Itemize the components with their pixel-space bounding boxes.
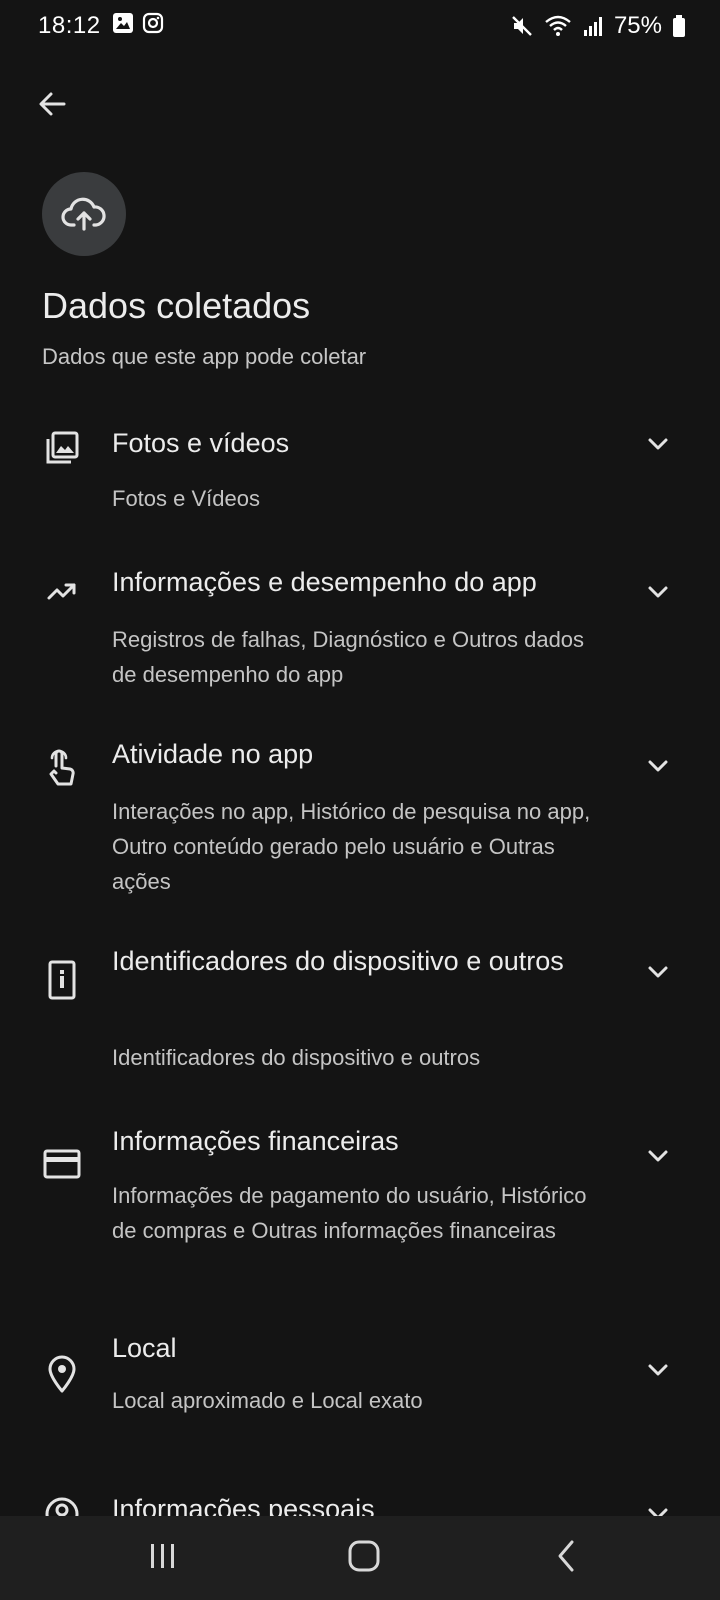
back-icon: [558, 1540, 574, 1572]
system-nav-bar: [0, 1516, 720, 1600]
nav-back-button[interactable]: [548, 1536, 584, 1576]
recent-apps-icon: [151, 1544, 174, 1568]
section-info-pessoais[interactable]: Informações pessoais: [0, 0, 720, 1516]
account-circle-icon: [45, 1497, 79, 1516]
home-icon: [348, 1540, 380, 1572]
section-icon: [42, 1494, 82, 1516]
recent-apps-button[interactable]: [145, 1538, 181, 1574]
home-button[interactable]: [344, 1536, 384, 1576]
chevron-down-icon: [648, 1508, 668, 1516]
section-title: Informações pessoais: [112, 1494, 375, 1516]
expand-button[interactable]: [640, 1496, 676, 1516]
